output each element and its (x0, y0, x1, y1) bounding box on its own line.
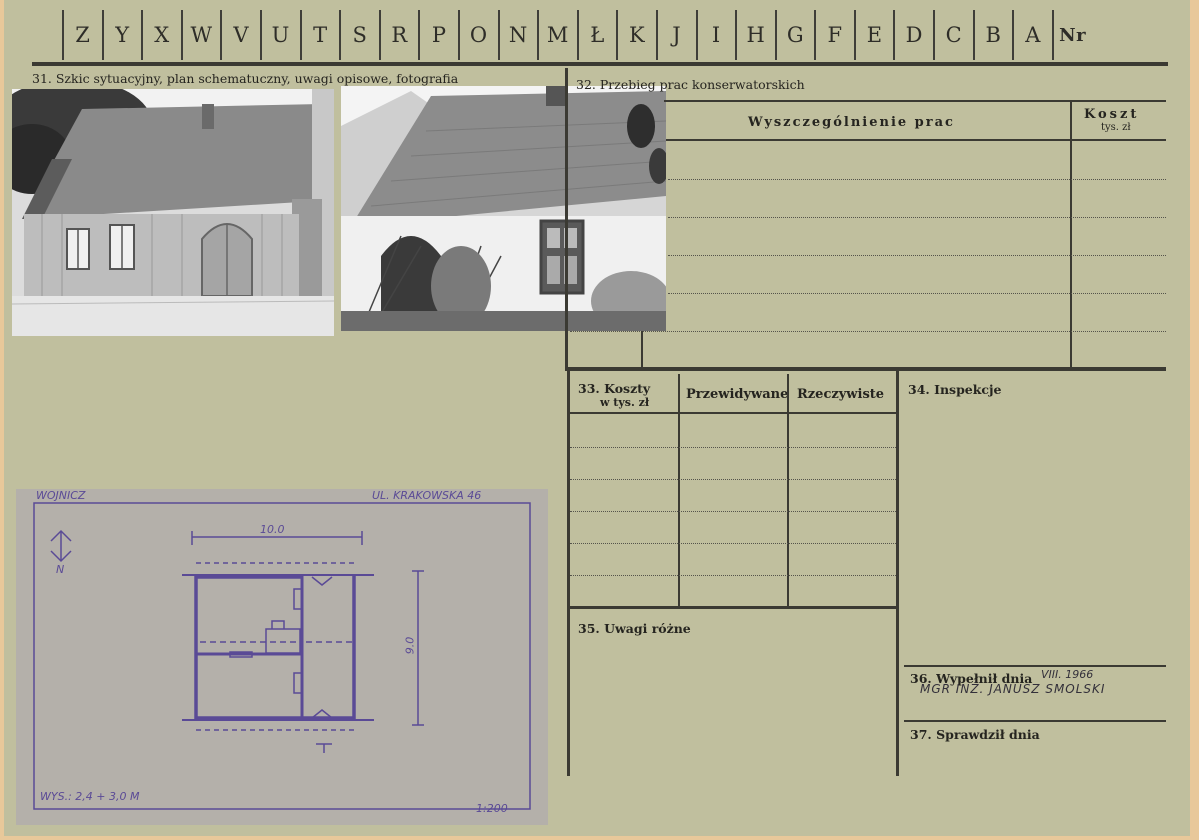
letter-cell: K (616, 10, 656, 60)
letter-cell: Ł (576, 10, 617, 60)
costs-bottom-rule (570, 606, 896, 609)
section-34-left-rule (896, 371, 899, 776)
works-row-line (668, 293, 1166, 294)
works-table-top-rule (664, 100, 1166, 102)
cost-column-header: Koszt (1084, 107, 1140, 122)
costs-divider-1 (678, 374, 680, 606)
works-table-divider (1070, 100, 1072, 368)
header-rule (32, 62, 1168, 66)
letter-cell: T (299, 10, 340, 60)
letter-cell: M (537, 10, 577, 60)
letter-cell: B (972, 10, 1013, 60)
works-table-header-rule (666, 139, 1166, 141)
sketch-scale: 1:200 (476, 802, 508, 815)
fill-date-handwritten: VIII. 1966 (1041, 668, 1094, 681)
costs-row-line (570, 543, 896, 544)
letter-index-header: Z Y X W V U T S R P O N M Ł K J I H G F E D C B A Nr (62, 10, 1091, 62)
costs-row-line (570, 575, 896, 576)
section-34-label: 34. Inspekcje (908, 382, 1002, 397)
letter-cell: I (695, 10, 736, 60)
works-row-tick (641, 331, 643, 368)
sketch-north-label: N (56, 563, 65, 576)
letter-cell: Z (62, 10, 102, 60)
letter-cell: O (457, 10, 498, 60)
section-31-label: 31. Szkic sytuacyjny, plan schematuczny,… (32, 71, 459, 86)
section-36-top-rule (904, 665, 1166, 667)
works-row-line (668, 179, 1166, 180)
sketch-height-note: WYS.: 2,4 + 3,0 M (40, 790, 140, 803)
letter-cell: V (220, 10, 260, 60)
letter-cell: H (735, 10, 775, 60)
letter-cell: R (378, 10, 419, 60)
section-32-left-rule (565, 68, 568, 370)
letter-cell: N (497, 10, 538, 60)
planned-column-header: Przewidywane (686, 387, 789, 402)
letter-cell: Y (101, 10, 142, 60)
letter-cell: U (259, 10, 300, 60)
costs-row-line (570, 511, 896, 512)
section-33-top-rule (565, 367, 1166, 371)
filled-by-handwritten: MGR INŻ. JANUSZ SMOLSKI (920, 682, 1106, 696)
works-row-line (668, 255, 1166, 256)
works-row-line (668, 217, 1166, 218)
photo-right-house (341, 86, 666, 331)
works-column-header: Wyszczególnienie prac (748, 115, 955, 130)
actual-column-header: Rzeczywiste (797, 387, 885, 402)
letter-cell: D (893, 10, 933, 60)
letter-cell: J (655, 10, 696, 60)
section-33-label: 33. Koszty (578, 381, 651, 396)
sketch-town: WOJNICZ (36, 489, 86, 502)
section-35-label: 35. Uwagi różne (578, 621, 691, 636)
letter-cell: F (814, 10, 854, 60)
section-37-top-rule (904, 720, 1166, 722)
costs-header-rule (570, 412, 896, 414)
letter-cell: W (180, 10, 221, 60)
photo-left-house (12, 89, 334, 336)
letter-cell: X (141, 10, 181, 60)
sketch-depth-dimension: 9.0 (403, 636, 417, 655)
costs-divider-2 (787, 374, 789, 606)
costs-row-line (570, 479, 896, 480)
section-33-unit: w tys. zł (600, 396, 650, 409)
letter-cell: P (418, 10, 458, 60)
costs-row-line (570, 447, 896, 448)
floor-plan-sketch: WOJNICZ UL. KRAKOWSKA 46 10.0 9.0 N WYS.… (16, 489, 548, 825)
letter-cell: A (1012, 10, 1052, 60)
cost-column-unit: tys. zł (1101, 122, 1131, 133)
letter-cell: S (339, 10, 379, 60)
letter-cell: Nr (1051, 10, 1092, 60)
sketch-width-dimension: 10.0 (260, 523, 285, 536)
sketch-street: UL. KRAKOWSKA 46 (372, 489, 482, 502)
record-card: Z Y X W V U T S R P O N M Ł K J I H G F E D C B A Nr 31. Szkic sy… (4, 0, 1190, 836)
section-33-left-rule (567, 371, 570, 776)
section-37-label: 37. Sprawdził dnia (910, 727, 1040, 742)
letter-cell: E (853, 10, 894, 60)
works-row-line (570, 331, 1166, 332)
section-32-label: 32. Przebieg prac konserwatorskich (576, 77, 805, 92)
letter-cell: C (933, 10, 973, 60)
letter-cell: G (774, 10, 815, 60)
